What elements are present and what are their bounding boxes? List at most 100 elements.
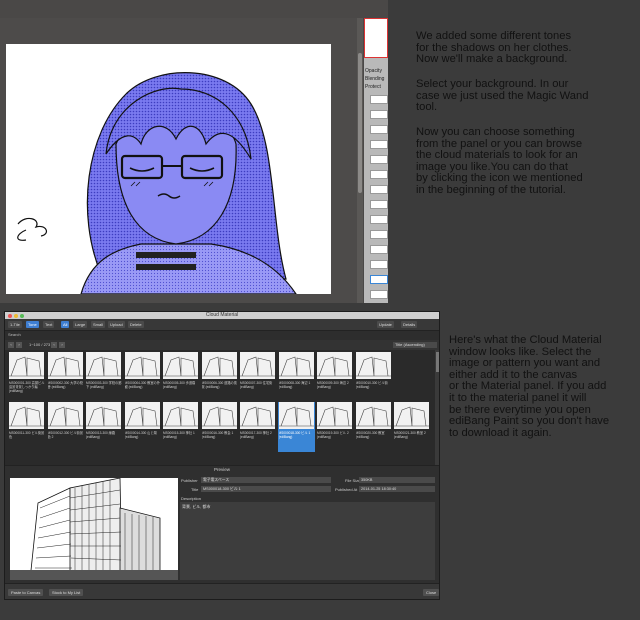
material-thumbnail bbox=[317, 402, 352, 429]
sort-select[interactable]: Title (Ascending) bbox=[393, 342, 437, 348]
material-caption: MS000021-300 教室 2 (ediBang) bbox=[394, 431, 426, 439]
layer-thumbnail[interactable] bbox=[370, 170, 388, 179]
material-thumbnail bbox=[9, 402, 44, 429]
publisher-label: Publisher bbox=[181, 478, 198, 483]
material-caption: MS000007-300 住宅街 (ediBang) bbox=[240, 381, 273, 389]
preview-image bbox=[10, 478, 178, 580]
layer-thumbnail[interactable] bbox=[370, 185, 388, 194]
stock-to-my-list-button[interactable]: Stock to My List bbox=[49, 589, 84, 596]
layer-thumbnail[interactable] bbox=[370, 200, 388, 209]
material-tile[interactable]: MS000017-300 神社 2 (ediBang) bbox=[239, 402, 276, 452]
description-label: Description bbox=[181, 496, 202, 501]
material-tile[interactable]: MS000003-300 学校の廊下 (ediBang) bbox=[85, 352, 122, 402]
grid-scrollbar[interactable] bbox=[435, 350, 439, 465]
tutorial-paragraph: Now you can choose something from the pa… bbox=[416, 126, 583, 196]
layer-thumbnail[interactable] bbox=[370, 95, 388, 104]
material-tile[interactable]: MS000001-300 高層ビル遠景背景しっかり編 (ediBang) bbox=[8, 352, 45, 402]
preview-panel: Preview Publisher 電子電スペース File Size 350K… bbox=[5, 465, 439, 584]
material-thumbnail bbox=[278, 402, 314, 429]
material-tile[interactable]: MS000002-300 大学の校舎 (ediBang) bbox=[47, 352, 84, 402]
material-tile[interactable]: MS000013-300 線路 (ediBang) bbox=[85, 402, 122, 452]
delete-button[interactable]: Delete bbox=[128, 321, 144, 328]
title-label: Title bbox=[191, 487, 199, 492]
material-tile[interactable]: MS000014-300 山と湖 (ediBang) bbox=[124, 402, 161, 452]
material-caption: MS000017-300 神社 2 (ediBang) bbox=[240, 431, 272, 439]
explanation-paragraph: Here's what the Cloud Material window lo… bbox=[449, 334, 610, 439]
material-tile[interactable]: MS000019-300 ビル 2 (ediBang) bbox=[316, 402, 353, 452]
cloud-material-window: Cloud Material 1-Tile Tone Text All Larg… bbox=[4, 311, 440, 600]
large-button[interactable]: Large bbox=[73, 321, 88, 328]
file-size-field: 350KB bbox=[359, 477, 435, 483]
material-thumbnail bbox=[9, 352, 44, 379]
material-tile[interactable]: MS000010-300 ビル街 (ediBang) bbox=[355, 352, 392, 402]
protect-label: Protect bbox=[365, 84, 381, 90]
upload-button[interactable]: Upload bbox=[108, 321, 125, 328]
tile-button[interactable]: 1-Tile bbox=[8, 321, 22, 328]
layer-thumbnail[interactable] bbox=[370, 245, 388, 254]
material-tile[interactable]: MS000007-300 住宅街 (ediBang) bbox=[239, 352, 276, 402]
material-caption: MS000008-300 海辺 1 (ediBang) bbox=[278, 381, 311, 389]
material-thumbnail bbox=[355, 352, 391, 379]
details-button[interactable]: Details bbox=[401, 321, 418, 328]
update-button[interactable]: Update bbox=[377, 321, 394, 328]
building-illustration bbox=[10, 478, 178, 580]
material-tile[interactable]: MS000012-300 ビル街景色 2 bbox=[47, 402, 84, 452]
material-thumbnail bbox=[124, 402, 160, 429]
material-caption: MS000016-300 教会 1 (ediBang) bbox=[201, 431, 234, 439]
layer-thumbnail[interactable] bbox=[370, 140, 388, 149]
page-back-icon[interactable]: ‹ bbox=[51, 342, 57, 348]
material-tile[interactable]: MS000015-300 神社 1 (ediBang) bbox=[162, 402, 199, 452]
small-button[interactable]: Small bbox=[91, 321, 106, 328]
opacity-label: Opacity bbox=[365, 68, 382, 74]
material-tile[interactable]: MS000011-300 ビル街景色 bbox=[8, 402, 45, 452]
layer-thumbnail-selected[interactable] bbox=[370, 275, 388, 284]
material-tile[interactable]: MS000020-300 教室 (ediBang) bbox=[355, 402, 392, 452]
window-footer: Paste to Canvas Stock to My List Close bbox=[5, 583, 439, 599]
canvas-vertical-scrollbar[interactable] bbox=[357, 18, 363, 303]
material-tile[interactable]: MS000005-300 歩道橋 (ediBang) bbox=[162, 352, 199, 402]
material-tile[interactable]: MS000018-300 ビル 1 (ediBang) bbox=[277, 402, 315, 452]
drawing-canvas[interactable] bbox=[6, 44, 331, 294]
tutorial-paragraph: We added some different tones for the sh… bbox=[416, 30, 572, 66]
blending-label: Blending bbox=[365, 76, 385, 82]
material-thumbnail bbox=[317, 352, 352, 379]
published-at-label: Published At bbox=[335, 487, 358, 492]
material-tile[interactable]: MS000004-300 教室の外観 (ediBang) bbox=[124, 352, 161, 402]
prev-page-icon[interactable]: ‹ bbox=[8, 342, 14, 348]
material-tile[interactable]: MS000008-300 海辺 1 (ediBang) bbox=[278, 352, 315, 402]
material-caption: MS000002-300 大学の校舎 (ediBang) bbox=[47, 381, 83, 389]
search-label[interactable]: Search bbox=[8, 332, 21, 337]
layer-thumbnail[interactable] bbox=[370, 125, 388, 134]
material-tile[interactable]: MS000021-300 教室 2 (ediBang) bbox=[393, 402, 430, 452]
material-tile[interactable]: MS000006-300 道路の風景 (ediBang) bbox=[201, 352, 238, 402]
material-thumbnail bbox=[355, 402, 391, 429]
layer-thumbnail[interactable] bbox=[370, 110, 388, 119]
scrollbar-thumb[interactable] bbox=[358, 53, 362, 193]
material-caption: MS000018-300 ビル 1 (ediBang) bbox=[278, 431, 311, 439]
material-caption: MS000020-300 教室 (ediBang) bbox=[355, 431, 385, 439]
material-caption: MS000019-300 ビル 2 (ediBang) bbox=[317, 431, 349, 439]
material-caption: MS000013-300 線路 (ediBang) bbox=[86, 431, 116, 439]
layer-thumbnail[interactable] bbox=[370, 230, 388, 239]
navigator-preview[interactable] bbox=[364, 18, 388, 58]
material-tile[interactable]: MS000009-300 海辺 2 (ediBang) bbox=[316, 352, 353, 402]
next-page-icon[interactable]: › bbox=[16, 342, 22, 348]
tone-button[interactable]: Tone bbox=[26, 321, 39, 328]
page-forward-icon[interactable]: › bbox=[59, 342, 65, 348]
text-button[interactable]: Text bbox=[43, 321, 55, 328]
layer-thumbnail[interactable] bbox=[370, 260, 388, 269]
material-caption: MS000015-300 神社 1 (ediBang) bbox=[163, 431, 195, 439]
scrollbar-thumb[interactable] bbox=[436, 352, 439, 372]
layer-thumbnail[interactable] bbox=[370, 155, 388, 164]
material-tile[interactable]: MS000016-300 教会 1 (ediBang) bbox=[201, 402, 238, 452]
material-thumbnail bbox=[240, 352, 275, 379]
layer-thumbnail[interactable] bbox=[370, 215, 388, 224]
material-thumbnail bbox=[86, 352, 121, 379]
material-grid: MS000001-300 高層ビル遠景背景しっかり編 (ediBang) MS00… bbox=[5, 350, 435, 465]
character-illustration bbox=[17, 72, 297, 294]
layer-thumbnail[interactable] bbox=[370, 290, 388, 299]
material-thumbnail bbox=[163, 402, 198, 429]
close-button[interactable]: Close bbox=[423, 589, 439, 596]
paste-to-canvas-button[interactable]: Paste to Canvas bbox=[8, 589, 44, 596]
all-button[interactable]: All bbox=[61, 321, 70, 328]
